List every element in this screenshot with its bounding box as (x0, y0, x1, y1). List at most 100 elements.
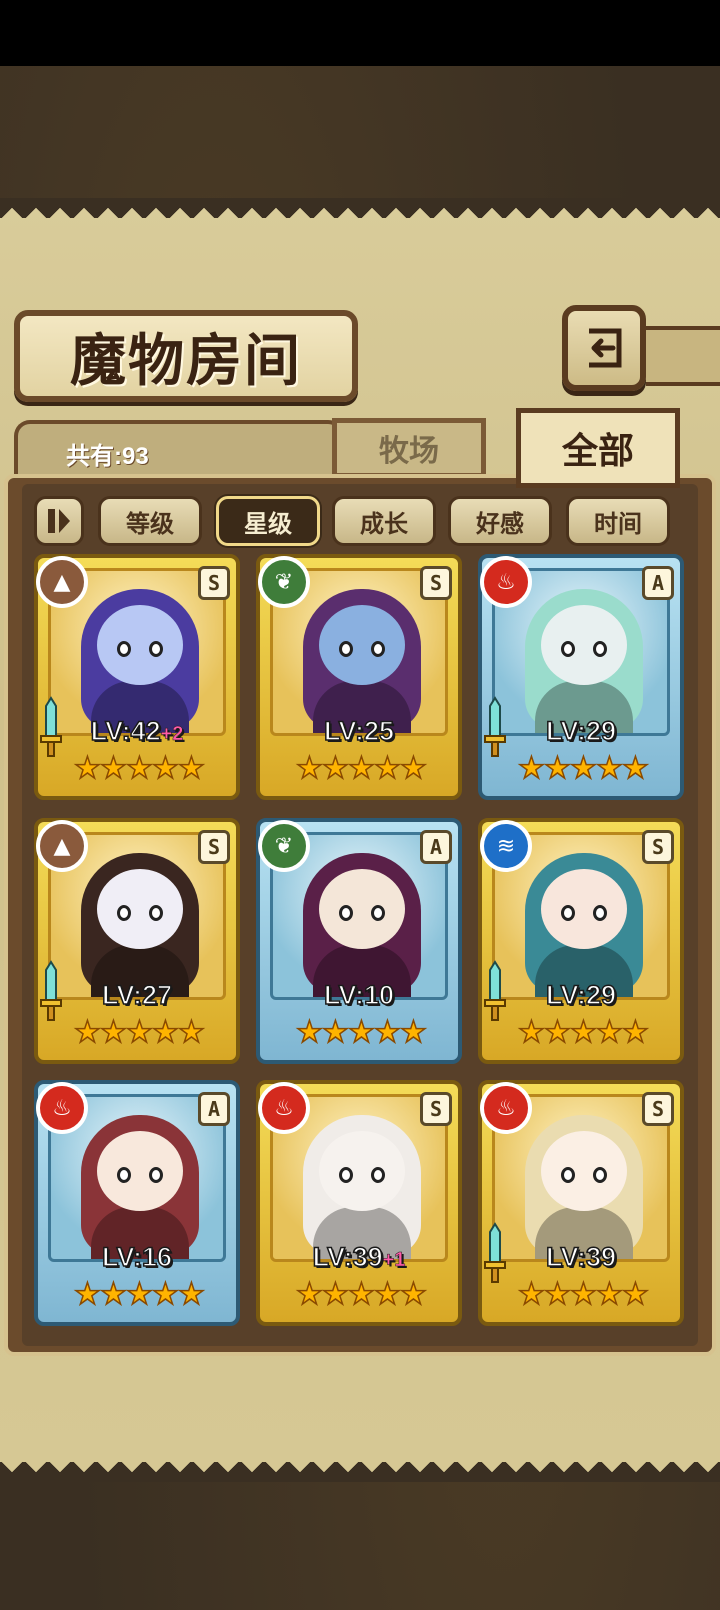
monster-level: LV:39 (482, 1241, 680, 1273)
star-icon: ★ (151, 751, 179, 787)
star-icon: ★ (321, 1015, 349, 1051)
fire-element-icon: ♨ (480, 1082, 532, 1134)
monster-card[interactable]: ❦ A LV:10 ★ ★ ★ ★ ★ (256, 818, 462, 1064)
star-icon: ★ (569, 1277, 597, 1313)
wind-element-icon: ❦ (258, 556, 310, 608)
star-icon: ★ (151, 1277, 179, 1313)
rank-badge: S (642, 1092, 674, 1126)
fire-element-icon: ♨ (36, 1082, 88, 1134)
status-bar (0, 0, 720, 66)
title-plate: 魔物房间 (14, 310, 358, 402)
star-icon: ★ (373, 1277, 401, 1313)
level-value: LV:16 (101, 1241, 173, 1273)
monster-card[interactable]: ♨ A LV:16 ★ ★ ★ ★ ★ (34, 1080, 240, 1326)
star-icon: ★ (373, 751, 401, 787)
star-icon: ★ (543, 1015, 571, 1051)
star-icon: ★ (177, 1277, 205, 1313)
monster-level: LV:42+2 (38, 715, 236, 747)
star-rating: ★ ★ ★ ★ ★ (73, 751, 205, 790)
filter-level[interactable]: 等级 (98, 496, 202, 546)
monster-card[interactable]: ≋ S LV:29 ★ ★ ★ ★ ★ (478, 818, 684, 1064)
level-value: LV:25 (323, 715, 395, 747)
star-icon: ★ (621, 751, 649, 787)
star-icon: ★ (543, 1277, 571, 1313)
star-icon: ★ (99, 751, 127, 787)
wind-element-icon: ❦ (258, 820, 310, 872)
tab-ranch[interactable]: 牧场 (332, 418, 486, 478)
star-icon: ★ (295, 751, 323, 787)
star-icon: ★ (373, 1015, 401, 1051)
star-icon: ★ (595, 751, 623, 787)
monster-card[interactable]: ♨ S LV:39+1 ★ ★ ★ ★ ★ (256, 1080, 462, 1326)
star-icon: ★ (73, 1277, 101, 1313)
rank-badge: A (198, 1092, 230, 1126)
star-icon: ★ (177, 751, 205, 787)
star-icon: ★ (399, 751, 427, 787)
monster-level: LV:25 (260, 715, 458, 747)
monster-card[interactable]: ▲ S LV:42+2 ★ ★ ★ ★ ★ (34, 554, 240, 800)
level-value: LV:39 (545, 1241, 617, 1273)
rank-badge: S (198, 566, 230, 600)
rank-badge: A (420, 830, 452, 864)
back-arrow-icon (589, 328, 622, 368)
star-rating: ★ ★ ★ ★ ★ (517, 1015, 649, 1054)
level-value: LV:29 (545, 715, 617, 747)
filter-star[interactable]: 星级 (216, 496, 320, 546)
filter-time-label: 时间 (594, 509, 642, 538)
star-icon: ★ (99, 1277, 127, 1313)
star-icon: ★ (125, 1015, 153, 1051)
star-icon: ★ (321, 1277, 349, 1313)
filter-growth[interactable]: 成长 (332, 496, 436, 546)
star-rating: ★ ★ ★ ★ ★ (295, 1015, 427, 1054)
earth-element-icon: ▲ (36, 556, 88, 608)
star-icon: ★ (347, 1277, 375, 1313)
star-icon: ★ (399, 1277, 427, 1313)
star-icon: ★ (125, 1277, 153, 1313)
rank-badge: S (420, 566, 452, 600)
fire-element-icon: ♨ (480, 556, 532, 608)
rank-badge: S (198, 830, 230, 864)
star-rating: ★ ★ ★ ★ ★ (517, 751, 649, 790)
filter-time[interactable]: 时间 (566, 496, 670, 546)
monster-level: LV:27 (38, 979, 236, 1011)
star-icon: ★ (595, 1277, 623, 1313)
monster-card[interactable]: ▲ S LV:27 ★ ★ ★ ★ ★ (34, 818, 240, 1064)
level-bonus: +2 (160, 723, 184, 746)
pause-icon (48, 509, 70, 533)
tab-all[interactable]: 全部 (516, 408, 680, 488)
star-icon: ★ (595, 1015, 623, 1051)
star-icon: ★ (621, 1015, 649, 1051)
back-button[interactable] (562, 305, 646, 391)
earth-element-icon: ▲ (36, 820, 88, 872)
monster-card[interactable]: ♨ A LV:29 ★ ★ ★ ★ ★ (478, 554, 684, 800)
star-rating: ★ ★ ★ ★ ★ (517, 1277, 649, 1316)
monster-card[interactable]: ♨ S LV:39 ★ ★ ★ ★ ★ (478, 1080, 684, 1326)
star-icon: ★ (73, 1015, 101, 1051)
star-icon: ★ (177, 1015, 205, 1051)
star-rating: ★ ★ ★ ★ ★ (295, 751, 427, 790)
star-icon: ★ (321, 751, 349, 787)
star-icon: ★ (73, 751, 101, 787)
monster-card[interactable]: ❦ S LV:25 ★ ★ ★ ★ ★ (256, 554, 462, 800)
star-icon: ★ (517, 1277, 545, 1313)
filter-level-label: 等级 (126, 509, 174, 538)
header-strip (646, 326, 720, 386)
level-value: LV:42 (90, 715, 162, 747)
star-icon: ★ (517, 1015, 545, 1051)
rank-badge: S (642, 830, 674, 864)
count-tab: 共有:93 (14, 420, 344, 476)
star-icon: ★ (569, 751, 597, 787)
filter-affection-label: 好感 (476, 509, 524, 538)
star-icon: ★ (543, 751, 571, 787)
monster-level: LV:39+1 (260, 1241, 458, 1273)
star-rating: ★ ★ ★ ★ ★ (73, 1015, 205, 1054)
star-icon: ★ (99, 1015, 127, 1051)
star-icon: ★ (347, 751, 375, 787)
sort-toggle-button[interactable] (34, 496, 84, 546)
level-value: LV:39 (312, 1241, 384, 1273)
tab-all-label: 全部 (561, 431, 634, 472)
zigzag-edge-bottom (0, 1462, 720, 1482)
monster-level: LV:16 (38, 1241, 236, 1273)
level-value: LV:10 (323, 979, 395, 1011)
filter-affection[interactable]: 好感 (448, 496, 552, 546)
